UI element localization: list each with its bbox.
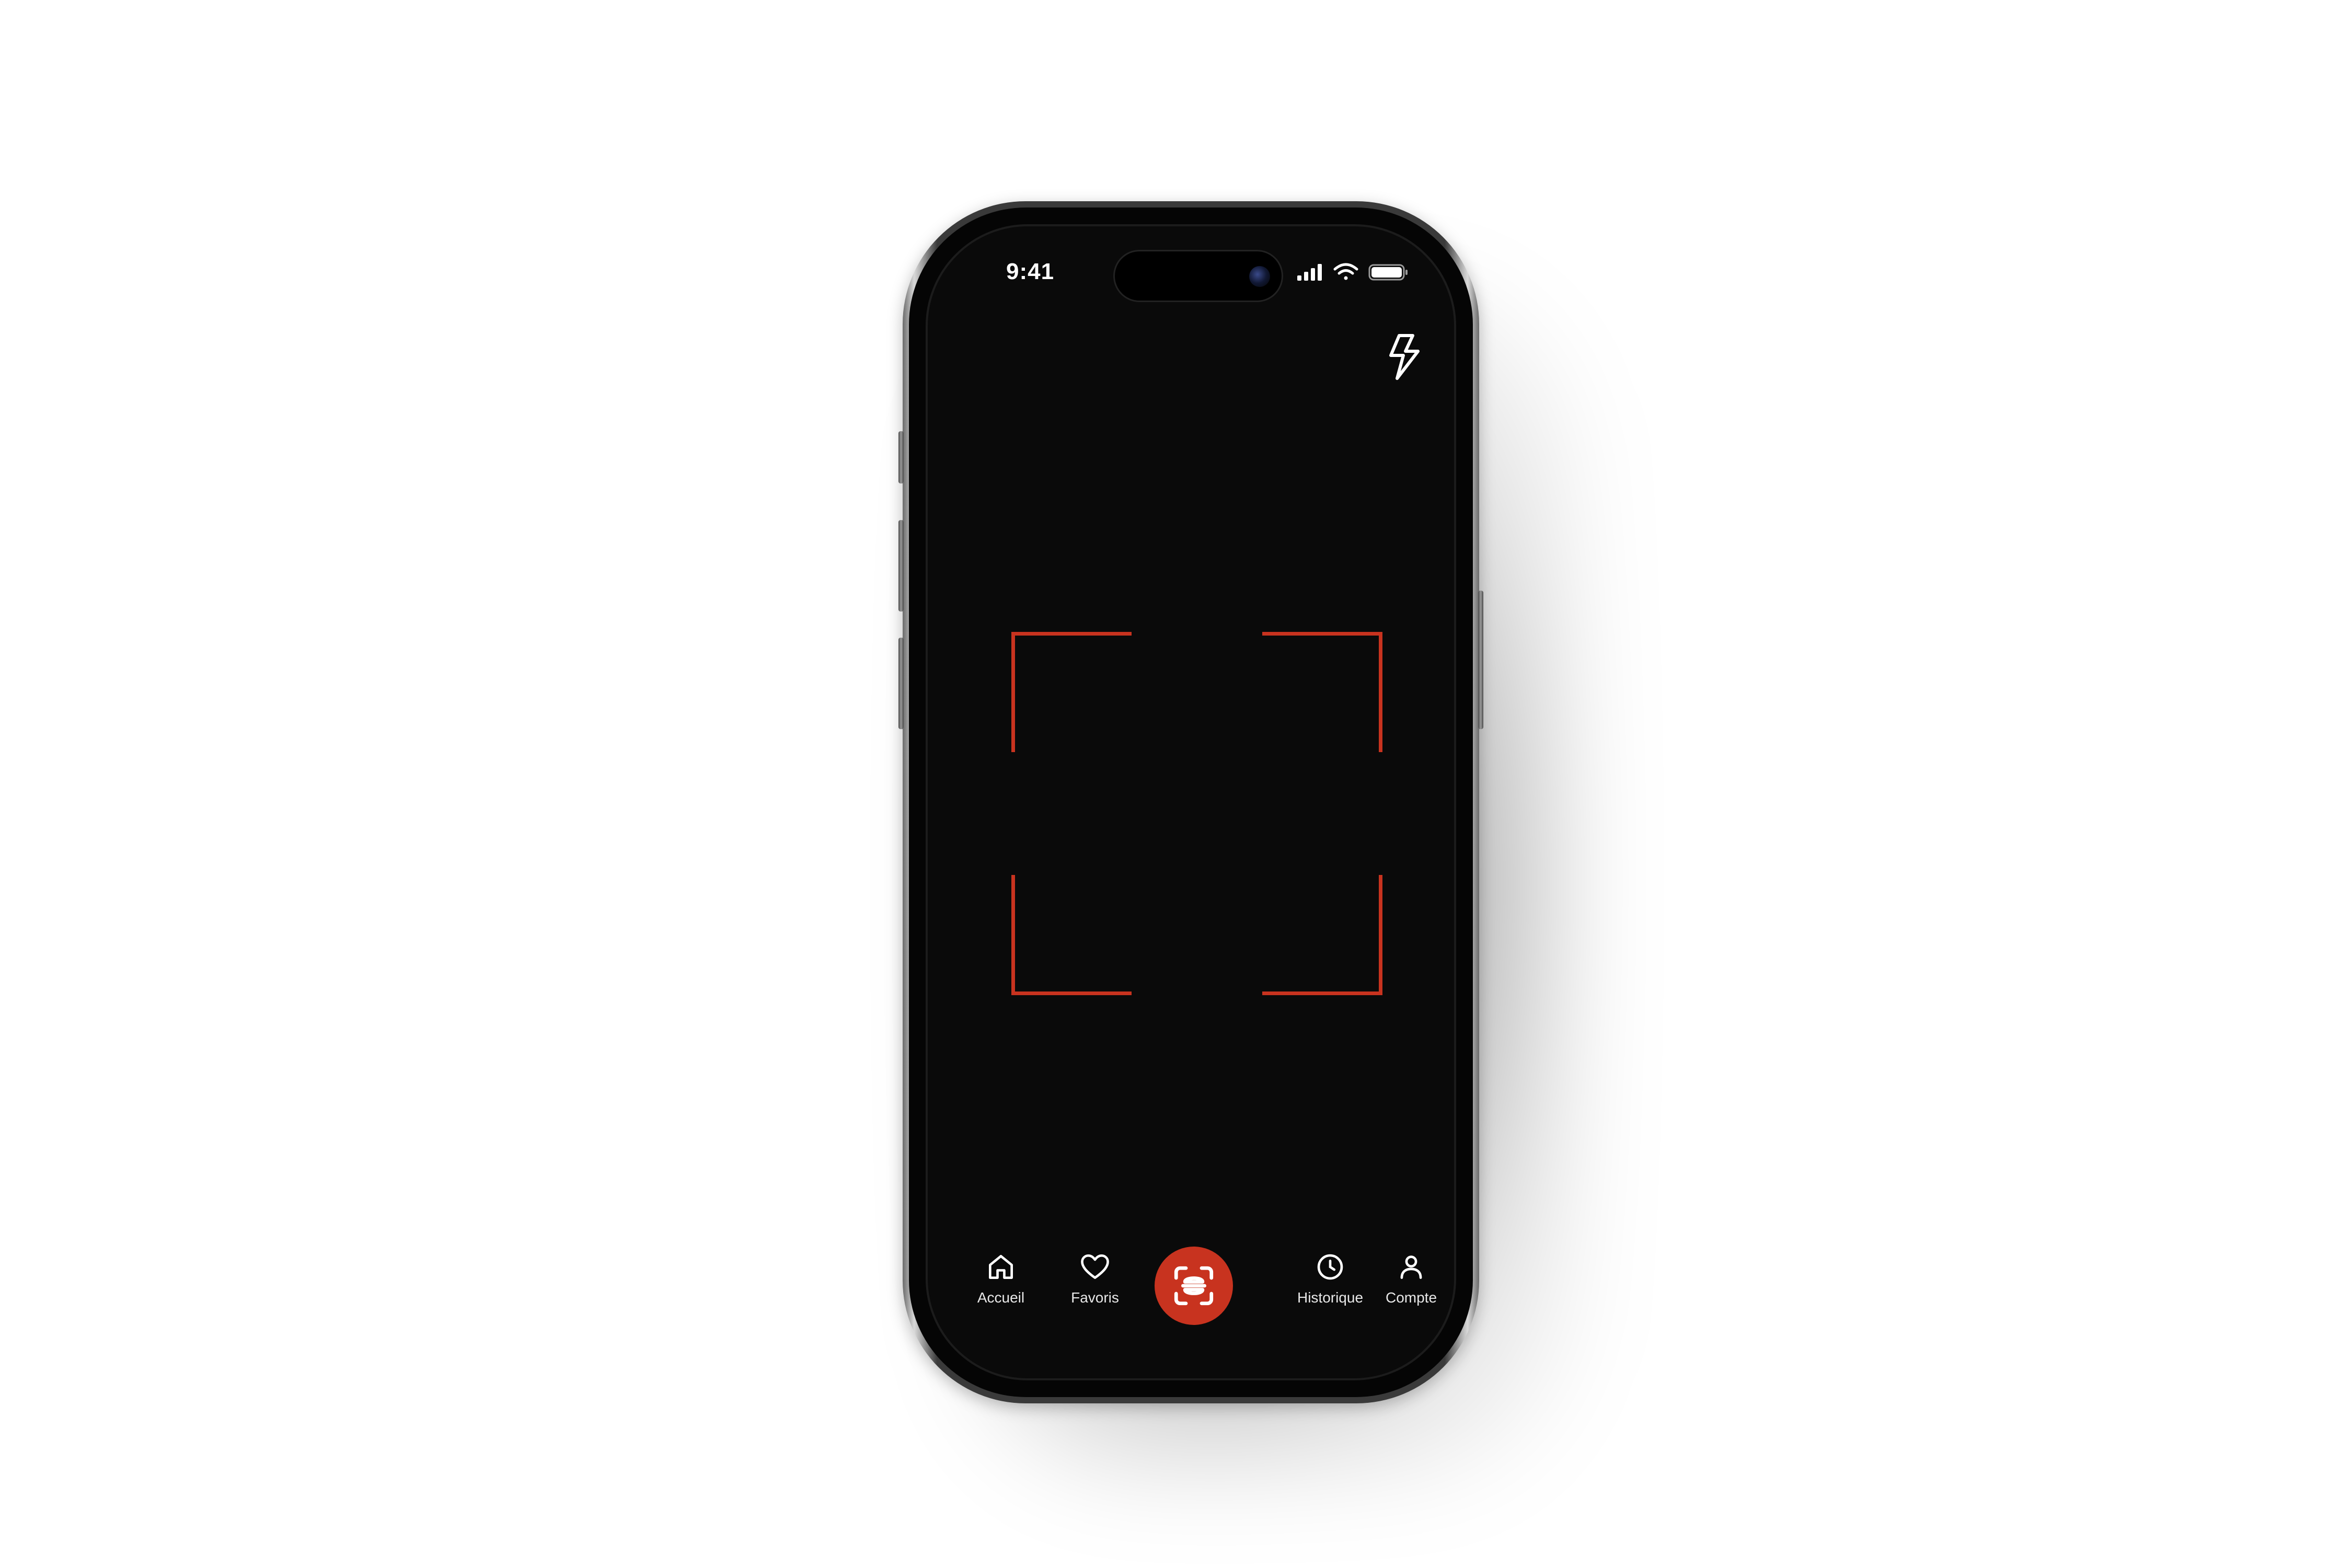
tab-label-favoris: Favoris xyxy=(1071,1289,1119,1306)
dynamic-island xyxy=(1113,250,1283,302)
battery-icon xyxy=(1368,264,1408,281)
clock-icon xyxy=(1317,1254,1343,1280)
tab-favoris[interactable]: Favoris xyxy=(1053,1251,1137,1324)
heart-icon xyxy=(1081,1254,1109,1279)
volume-down-button xyxy=(898,638,904,729)
scan-frame-corner-top-left xyxy=(1011,632,1132,752)
scanner-screen: 9:41 Accueil Favoris Historique Compte xyxy=(926,224,1456,1380)
scan-frame-corner-top-right xyxy=(1262,632,1382,752)
cellular-signal-icon xyxy=(1297,264,1322,281)
scan-icon xyxy=(1174,1266,1214,1306)
action-button xyxy=(898,431,904,483)
scan-button[interactable] xyxy=(1155,1247,1233,1325)
tab-label-historique: Historique xyxy=(1297,1289,1364,1306)
front-camera xyxy=(1249,266,1270,287)
phone-frame: 9:41 Accueil Favoris Historique Compte xyxy=(898,201,1483,1403)
tab-label-accueil: Accueil xyxy=(977,1289,1025,1306)
status-time: 9:41 xyxy=(1006,259,1055,284)
wifi-icon xyxy=(1333,263,1358,280)
status-icons xyxy=(1297,263,1408,281)
flash-icon[interactable] xyxy=(1383,333,1425,381)
user-icon xyxy=(1400,1255,1422,1279)
scan-frame-corner-bottom-left xyxy=(1011,875,1132,995)
home-icon xyxy=(989,1255,1013,1279)
tab-label-compte: Compte xyxy=(1385,1289,1437,1306)
tab-historique[interactable]: Historique xyxy=(1288,1251,1372,1324)
scan-frame xyxy=(1011,632,1382,995)
tab-bar: Accueil Favoris Historique Compte xyxy=(928,1247,1454,1355)
mockup-background: 9:41 Accueil Favoris Historique Compte xyxy=(0,0,2352,1568)
power-button xyxy=(1478,591,1483,729)
tab-accueil[interactable]: Accueil xyxy=(959,1251,1043,1324)
tab-compte[interactable]: Compte xyxy=(1369,1251,1453,1324)
volume-up-button xyxy=(898,520,904,612)
scan-frame-corner-bottom-right xyxy=(1262,875,1382,995)
